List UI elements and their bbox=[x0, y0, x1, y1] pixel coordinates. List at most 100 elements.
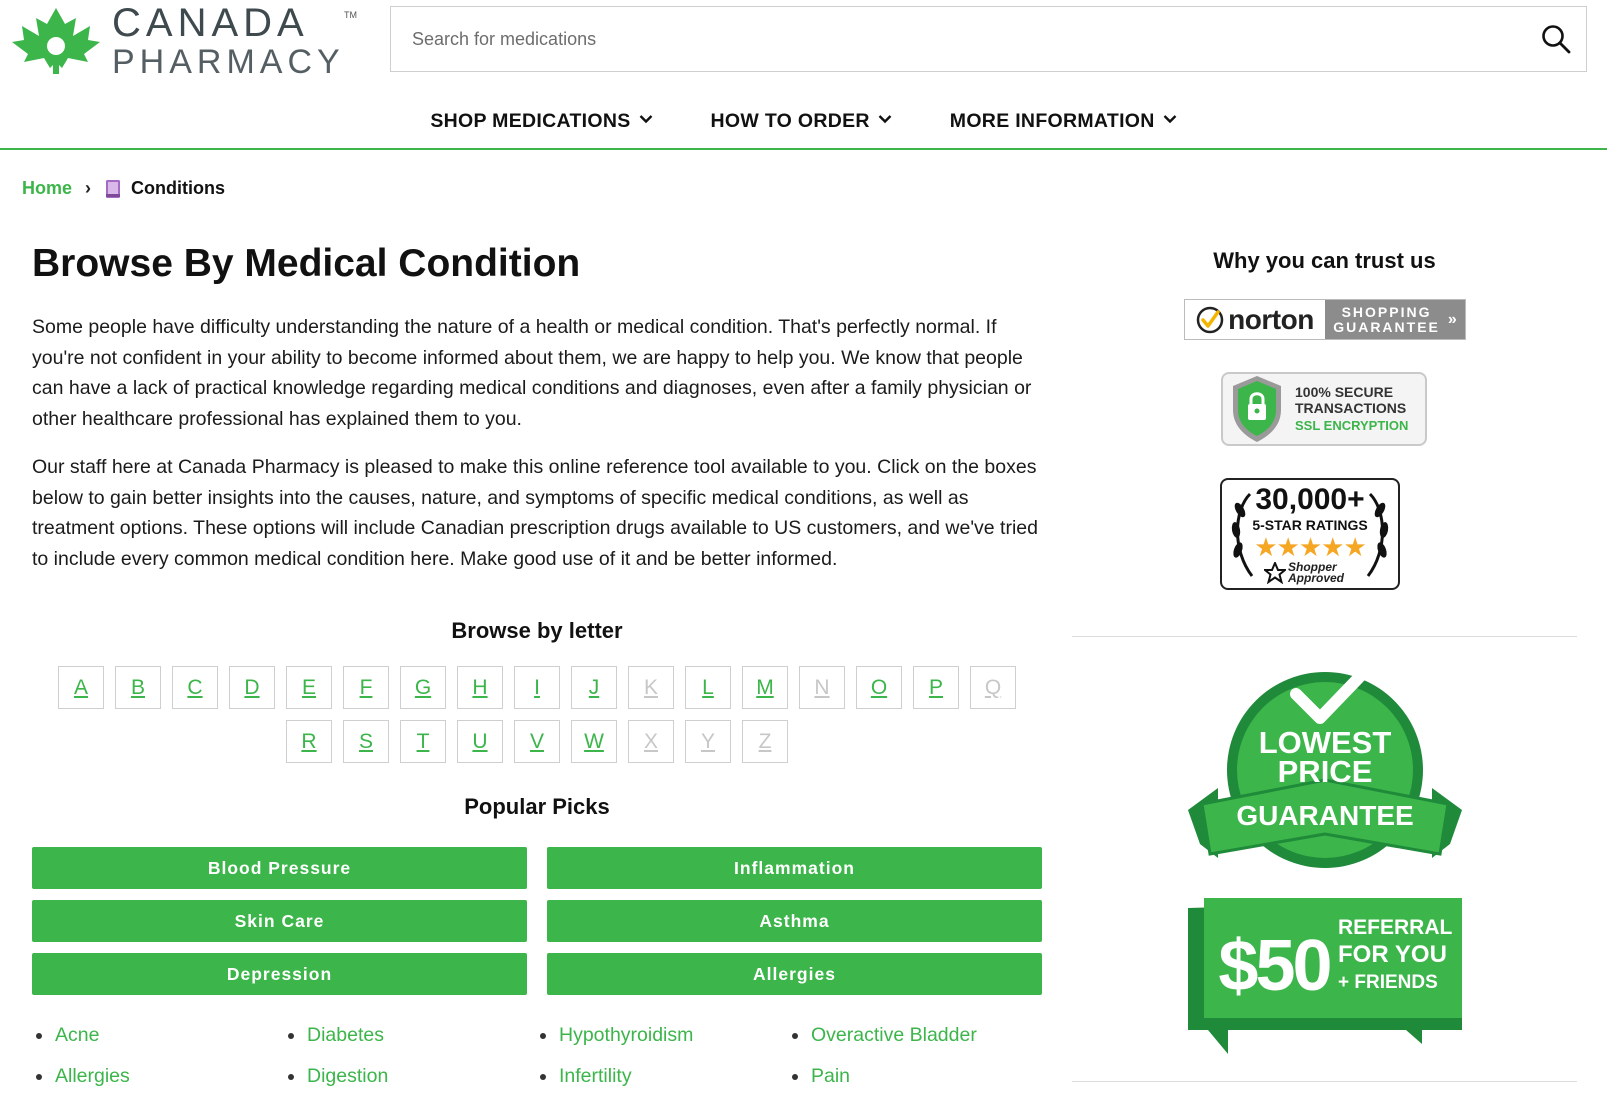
norton-brand-text: norton bbox=[1228, 303, 1314, 335]
search-button[interactable] bbox=[1526, 7, 1586, 71]
letter-link-o[interactable]: O bbox=[856, 666, 902, 709]
condition-link[interactable]: Overactive Bladder bbox=[811, 1024, 977, 1047]
book-icon bbox=[106, 179, 121, 198]
condition-link[interactable]: Pain bbox=[811, 1065, 850, 1088]
letter-link-x-disabled: X bbox=[628, 720, 674, 763]
intro-paragraph-2: Our staff here at Canada Pharmacy is ple… bbox=[32, 456, 1038, 570]
lowest-line-2: PRICE bbox=[1278, 754, 1373, 789]
popular-pick-inflammation[interactable]: Inflammation bbox=[547, 847, 1042, 889]
nav-label: HOW TO ORDER bbox=[710, 110, 870, 132]
bullet bbox=[36, 1073, 42, 1080]
checkmark-icon bbox=[1196, 306, 1224, 333]
letter-link-t[interactable]: T bbox=[400, 720, 446, 763]
letter-link-l[interactable]: L bbox=[685, 666, 731, 709]
popular-pick-asthma[interactable]: Asthma bbox=[547, 900, 1042, 942]
intro-paragraph-1: Some people have difficulty understandin… bbox=[32, 316, 1032, 430]
referral-line-2: FOR YOU bbox=[1338, 941, 1447, 968]
search-input[interactable] bbox=[391, 7, 1526, 71]
site-logo[interactable]: CANADA PHARMACY TM bbox=[10, 3, 357, 81]
list-item[interactable]: Diabetes bbox=[284, 1024, 536, 1047]
popular-pick-allergies[interactable]: Allergies bbox=[547, 953, 1042, 995]
nav-more-information[interactable]: MORE INFORMATION bbox=[950, 96, 1177, 148]
breadcrumb-home-link[interactable]: Home bbox=[22, 178, 72, 199]
norton-shopping-guarantee-badge[interactable]: norton SHOPPING GUARANTEE » bbox=[1184, 299, 1466, 340]
letter-link-j[interactable]: J bbox=[571, 666, 617, 709]
letter-link-k-disabled: K bbox=[628, 666, 674, 709]
letter-row-2: R S T U V W X Y Z bbox=[32, 720, 1042, 763]
rating-stars: ★★★★★ bbox=[1254, 532, 1367, 562]
bullet bbox=[540, 1032, 546, 1039]
letter-link-h[interactable]: H bbox=[457, 666, 503, 709]
referral-line-3: + FRIENDS bbox=[1338, 972, 1438, 993]
letter-link-u[interactable]: U bbox=[457, 720, 503, 763]
referral-50-badge[interactable]: $50 REFERRAL FOR YOU + FRIENDS bbox=[1188, 898, 1462, 1054]
ssl-secure-badge: 100% SECURE TRANSACTIONS SSL ENCRYPTION bbox=[1221, 372, 1427, 446]
referral-line-1: REFERRAL bbox=[1338, 916, 1453, 939]
browse-by-letter-heading: Browse by letter bbox=[451, 618, 623, 643]
letter-link-w[interactable]: W bbox=[571, 720, 617, 763]
bullet bbox=[288, 1073, 294, 1080]
letter-link-s[interactable]: S bbox=[343, 720, 389, 763]
letter-link-n-disabled: N bbox=[799, 666, 845, 709]
letter-link-c[interactable]: C bbox=[172, 666, 218, 709]
condition-link[interactable]: Hypothyroidism bbox=[559, 1024, 693, 1047]
condition-link[interactable]: Diabetes bbox=[307, 1024, 384, 1047]
letter-link-a[interactable]: A bbox=[58, 666, 104, 709]
letter-link-b[interactable]: B bbox=[115, 666, 161, 709]
norton-line-1: SHOPPING bbox=[1341, 303, 1432, 320]
letter-link-g[interactable]: G bbox=[400, 666, 446, 709]
condition-link[interactable]: Digestion bbox=[307, 1065, 388, 1088]
list-item[interactable]: Infertility bbox=[536, 1065, 788, 1088]
letter-link-z-disabled: Z bbox=[742, 720, 788, 763]
letter-link-i[interactable]: I bbox=[514, 666, 560, 709]
condition-link[interactable]: Infertility bbox=[559, 1065, 632, 1088]
condition-link[interactable]: Acne bbox=[55, 1024, 99, 1047]
search-bar bbox=[390, 6, 1587, 72]
bullet bbox=[540, 1073, 546, 1080]
lowest-price-guarantee-badge[interactable]: LOWEST PRICE GUARANTEE bbox=[1188, 658, 1462, 872]
condition-list: Acne Diabetes Hypothyroidism Overactive … bbox=[32, 1024, 1042, 1088]
logo-line-2: PHARMACY bbox=[112, 43, 345, 81]
letter-link-q-disabled: Q bbox=[970, 666, 1016, 709]
bullet bbox=[792, 1032, 798, 1039]
main-content: Browse By Medical Condition Some people … bbox=[32, 240, 1042, 574]
norton-line-2: GUARANTEE bbox=[1333, 318, 1440, 335]
list-item[interactable]: Allergies bbox=[32, 1065, 284, 1088]
condition-link[interactable]: Allergies bbox=[55, 1065, 130, 1088]
list-item[interactable]: Pain bbox=[788, 1065, 1040, 1088]
popular-picks: Blood Pressure Inflammation Skin Care As… bbox=[32, 847, 1042, 995]
ssl-line-1: 100% SECURE bbox=[1295, 384, 1394, 400]
list-item[interactable]: Hypothyroidism bbox=[536, 1024, 788, 1047]
popular-pick-blood-pressure[interactable]: Blood Pressure bbox=[32, 847, 527, 889]
list-item[interactable]: Digestion bbox=[284, 1065, 536, 1088]
ssl-line-2: TRANSACTIONS bbox=[1295, 400, 1407, 416]
letter-link-e[interactable]: E bbox=[286, 666, 332, 709]
rating-source-line-2: Approved bbox=[1288, 571, 1345, 585]
nav-label: SHOP MEDICATIONS bbox=[430, 110, 631, 132]
nav-label: MORE INFORMATION bbox=[949, 110, 1155, 132]
popular-pick-skin-care[interactable]: Skin Care bbox=[32, 900, 527, 942]
popular-picks-heading: Popular Picks bbox=[464, 794, 610, 819]
letter-link-f[interactable]: F bbox=[343, 666, 389, 709]
chevron-down-icon bbox=[878, 115, 892, 124]
shopper-approved-rating-badge[interactable]: 30,000+ 5-STAR RATINGS ★★★★★ Shopper App… bbox=[1220, 478, 1400, 590]
rating-count: 30,000+ bbox=[1255, 483, 1365, 516]
list-item[interactable]: Overactive Bladder bbox=[788, 1024, 1040, 1047]
chevron-down-icon bbox=[1163, 115, 1176, 124]
maple-leaf-icon bbox=[12, 8, 100, 74]
nav-how-to-order[interactable]: HOW TO ORDER bbox=[711, 96, 892, 148]
nav-shop-medications[interactable]: SHOP MEDICATIONS bbox=[430, 96, 652, 148]
list-item[interactable]: Acne bbox=[32, 1024, 284, 1047]
popular-pick-depression[interactable]: Depression bbox=[32, 953, 527, 995]
letter-link-m[interactable]: M bbox=[742, 666, 788, 709]
ssl-line-3: SSL ENCRYPTION bbox=[1295, 418, 1409, 433]
trademark: TM bbox=[344, 10, 357, 20]
letter-link-d[interactable]: D bbox=[229, 666, 275, 709]
letter-link-v[interactable]: V bbox=[514, 720, 560, 763]
letter-link-p[interactable]: P bbox=[913, 666, 959, 709]
shield-lock-icon bbox=[1233, 376, 1281, 442]
norton-guarantee: SHOPPING GUARANTEE » bbox=[1325, 300, 1465, 339]
rating-label: 5-STAR RATINGS bbox=[1252, 517, 1368, 533]
letter-link-r[interactable]: R bbox=[286, 720, 332, 763]
sidebar-divider bbox=[1072, 1081, 1577, 1082]
